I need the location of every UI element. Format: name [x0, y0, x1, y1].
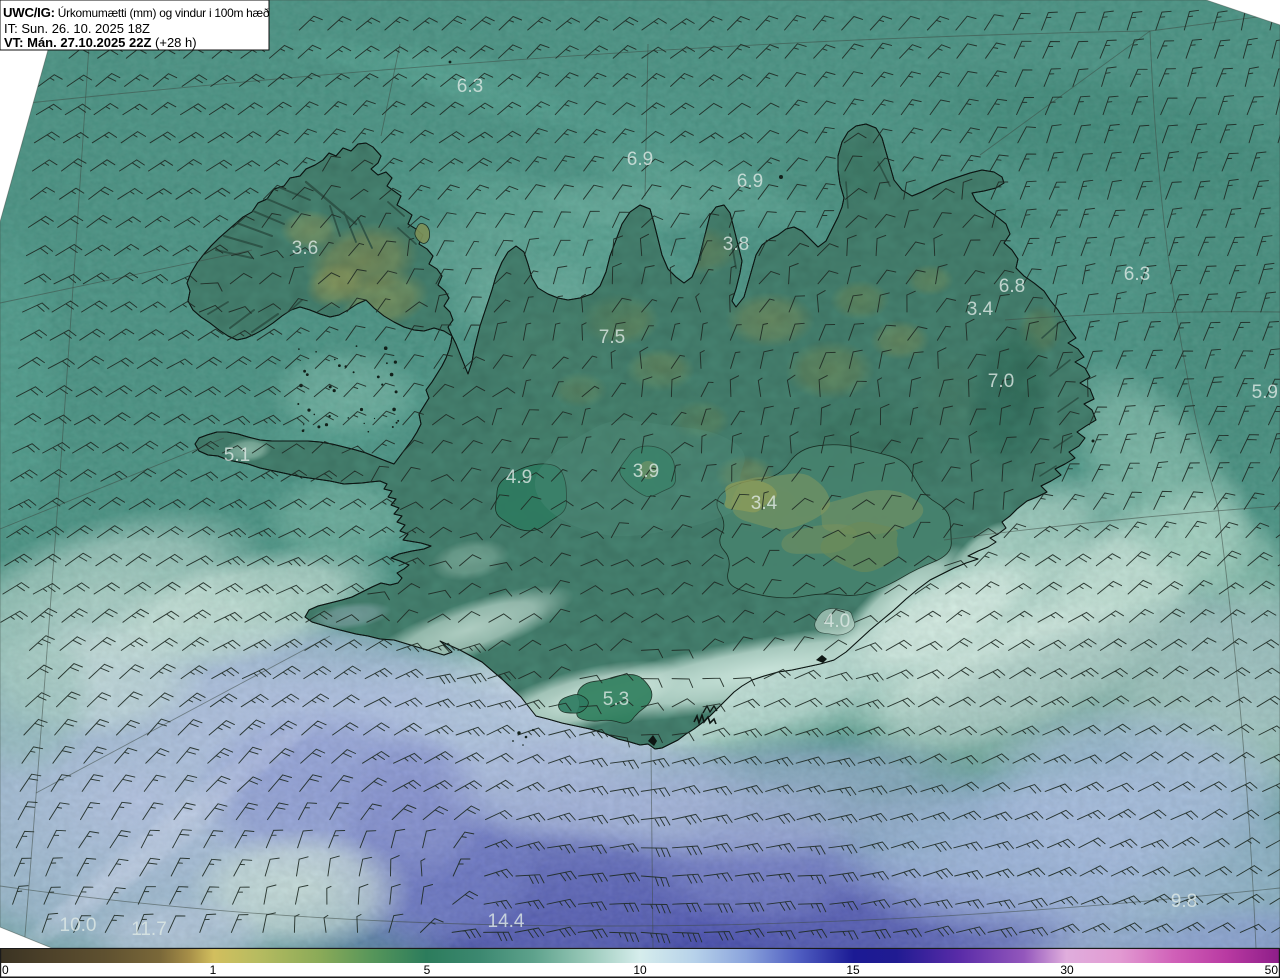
- svg-text:0: 0: [2, 963, 9, 977]
- svg-text:30: 30: [1060, 963, 1074, 977]
- svg-text:10: 10: [633, 963, 647, 977]
- svg-text:IT: Sun. 26. 10. 2025 18Z: IT: Sun. 26. 10. 2025 18Z: [4, 21, 150, 36]
- svg-text:6.3: 6.3: [1124, 264, 1150, 285]
- svg-text:6.9: 6.9: [737, 171, 763, 192]
- svg-text:4.0: 4.0: [824, 611, 850, 632]
- svg-text:UWC/IG: Úrkomumætti (mm) og vi: UWC/IG: Úrkomumætti (mm) og vindur i 100…: [3, 5, 270, 20]
- svg-text:3.9: 3.9: [633, 461, 659, 482]
- svg-text:15: 15: [846, 963, 860, 977]
- svg-text:10.0: 10.0: [60, 915, 97, 936]
- svg-text:6.9: 6.9: [627, 149, 653, 170]
- svg-text:6.3: 6.3: [457, 76, 483, 97]
- svg-text:1: 1: [210, 963, 217, 977]
- svg-text:5.1: 5.1: [224, 445, 250, 466]
- svg-text:11.7: 11.7: [131, 919, 167, 940]
- svg-text:6.8: 6.8: [999, 276, 1025, 297]
- svg-text:VT: Mán. 27.10.2025 22Z (+28 h: VT: Mán. 27.10.2025 22Z (+28 h): [4, 35, 197, 50]
- svg-text:5.9: 5.9: [1252, 382, 1278, 403]
- svg-text:4.9: 4.9: [506, 467, 532, 488]
- svg-text:5.3: 5.3: [603, 689, 629, 710]
- svg-text:9.8: 9.8: [1171, 891, 1197, 912]
- svg-text:7.0: 7.0: [988, 371, 1014, 392]
- svg-text:3.4: 3.4: [967, 299, 994, 320]
- svg-text:3.4: 3.4: [751, 493, 778, 514]
- svg-text:50: 50: [1265, 963, 1279, 977]
- svg-text:7.5: 7.5: [599, 327, 625, 348]
- svg-text:14.4: 14.4: [488, 911, 525, 932]
- svg-text:5: 5: [424, 963, 431, 977]
- svg-text:3.8: 3.8: [723, 234, 749, 255]
- svg-text:3.6: 3.6: [292, 238, 318, 259]
